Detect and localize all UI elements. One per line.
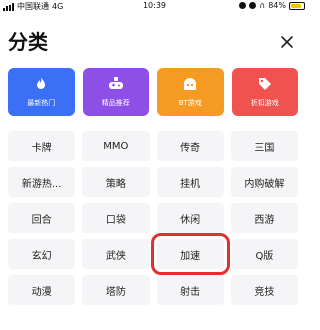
header: 分类: [0, 28, 309, 58]
featured-label: 折扣游戏: [250, 99, 279, 107]
category-card[interactable]: Q版: [230, 239, 298, 269]
category-card[interactable]: 卡牌: [8, 131, 76, 161]
close-button[interactable]: [279, 34, 295, 50]
category-card[interactable]: 塔防: [82, 275, 150, 305]
flame-icon: [37, 77, 46, 89]
category-card[interactable]: 竞技: [230, 275, 298, 305]
category-card-highlighted[interactable]: 加速: [150, 233, 230, 275]
category-card[interactable]: 口袋: [82, 203, 150, 233]
page-title: 分类: [8, 30, 48, 54]
featured-label: BT游戏: [178, 99, 202, 107]
tag-icon: [258, 78, 271, 90]
category-card[interactable]: 内购破解: [230, 167, 298, 197]
alarm-icon: [249, 2, 257, 9]
location-icon: [239, 2, 247, 9]
category-card[interactable]: 回合: [8, 203, 76, 233]
category-card[interactable]: 三国: [230, 131, 298, 161]
battery-percent: 84%: [268, 1, 286, 10]
gamepad-icon: [108, 77, 123, 89]
featured-label: 最新热门: [27, 99, 56, 107]
category-card[interactable]: MMO: [82, 131, 150, 161]
featured-card-picks[interactable]: 精品推荐: [82, 68, 149, 116]
close-icon: [281, 36, 293, 48]
bt-icon: [184, 78, 197, 90]
featured-label: 精品推荐: [101, 99, 130, 107]
category-card[interactable]: 动漫: [8, 275, 76, 305]
featured-card-hot[interactable]: 最新热门: [8, 68, 75, 116]
category-card[interactable]: 玄幻: [8, 239, 76, 269]
category-card[interactable]: 挂机: [156, 167, 224, 197]
category-card[interactable]: 西游: [230, 203, 298, 233]
category-card[interactable]: 休闲: [156, 203, 224, 233]
category-card[interactable]: 武侠: [82, 239, 150, 269]
category-card[interactable]: 传奇: [156, 131, 224, 161]
status-right: ∩ 84%: [239, 1, 305, 10]
featured-row: 最新热门 精品推荐 BT游戏 折扣游戏: [8, 68, 298, 116]
category-card[interactable]: 新游热...: [8, 167, 76, 197]
status-bar: 中国联通 4G 10:39 ∩ 84%: [0, 0, 309, 14]
headphones-icon: ∩: [259, 1, 266, 10]
category-card[interactable]: 策略: [82, 167, 150, 197]
featured-card-bt[interactable]: BT游戏: [157, 68, 224, 116]
featured-card-discount[interactable]: 折扣游戏: [231, 68, 298, 116]
category-grid: 卡牌 MMO 传奇 三国 新游热... 策略 挂机 内购破解 回合 口袋 休闲 …: [8, 131, 298, 305]
battery-fill: [291, 3, 302, 8]
battery-icon: [289, 1, 305, 10]
category-card[interactable]: 射击: [156, 275, 224, 305]
